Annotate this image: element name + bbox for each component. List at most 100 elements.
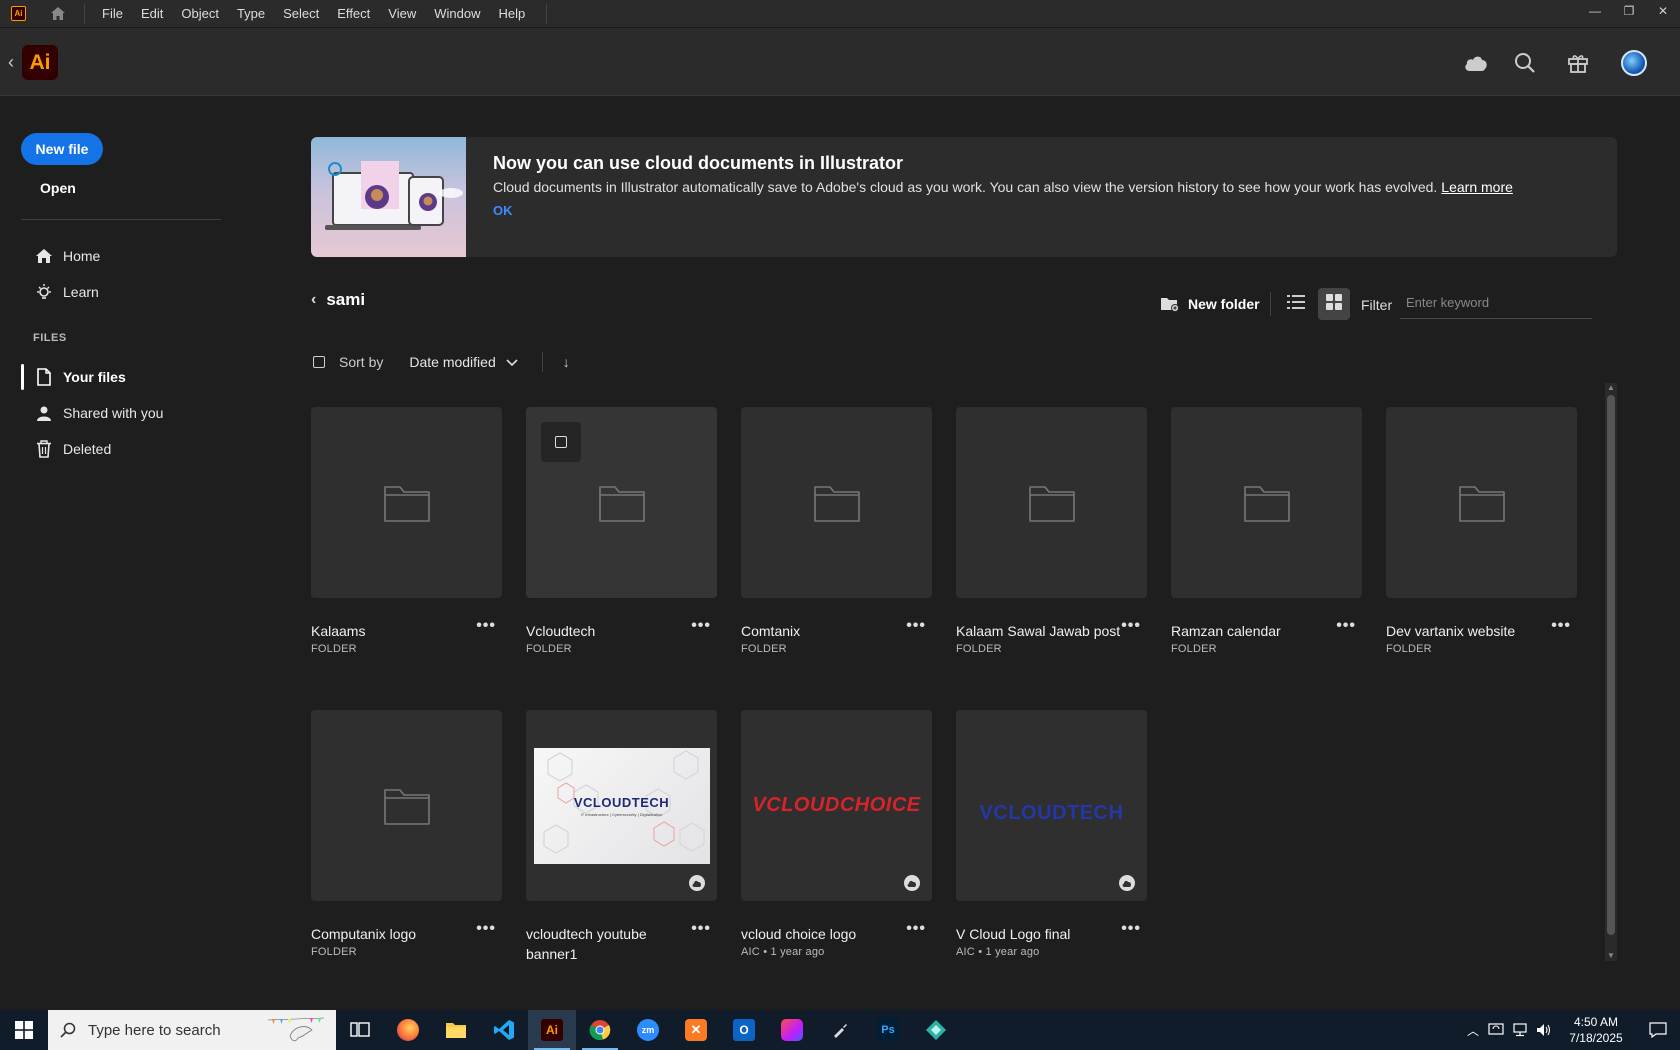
more-options-button[interactable]: ••• [906, 617, 926, 635]
item-name[interactable]: Computanix logo [311, 924, 461, 944]
item-name[interactable]: Vcloudtech [526, 621, 676, 641]
gift-icon[interactable] [1565, 50, 1591, 76]
list-view-button[interactable] [1280, 288, 1312, 320]
more-options-button[interactable]: ••• [906, 920, 926, 938]
task-view-button[interactable] [336, 1010, 384, 1050]
folder-thumbnail[interactable] [1171, 407, 1362, 598]
banner-title: Now you can use cloud documents in Illus… [493, 153, 904, 173]
zoom-icon[interactable]: zm [624, 1010, 672, 1050]
filter-input[interactable] [1400, 287, 1592, 319]
avatar[interactable] [1621, 50, 1647, 76]
more-options-button[interactable]: ••• [1121, 617, 1141, 635]
file-explorer-icon[interactable] [432, 1010, 480, 1050]
volume-icon[interactable] [1532, 1023, 1556, 1037]
item-name[interactable]: Ramzan calendar [1171, 621, 1321, 641]
sort-dropdown[interactable]: Date modified [409, 354, 495, 370]
menu-type[interactable]: Type [228, 0, 274, 28]
sidebar-item-label: Deleted [63, 441, 112, 457]
folder-icon [598, 485, 645, 522]
file-thumbnail[interactable]: VCLOUDTECH [956, 710, 1147, 901]
more-options-button[interactable]: ••• [476, 617, 496, 635]
sidebar-item-deleted[interactable]: Deleted [21, 436, 111, 462]
more-options-button[interactable]: ••• [691, 920, 711, 938]
chevron-up-icon[interactable]: ︿ [1462, 1022, 1484, 1039]
scrollbar-thumb[interactable] [1607, 395, 1615, 935]
close-button[interactable]: ✕ [1646, 0, 1680, 22]
folder-icon [383, 788, 430, 825]
menu-edit[interactable]: Edit [132, 0, 172, 28]
more-options-button[interactable]: ••• [1121, 920, 1141, 938]
menu-select[interactable]: Select [274, 0, 328, 28]
clock-time: 4:50 AM [1573, 1015, 1619, 1029]
sync-icon[interactable] [1484, 1023, 1508, 1037]
start-button[interactable] [0, 1010, 48, 1050]
open-button[interactable]: Open [40, 180, 76, 196]
sidebar-item-your-files[interactable]: Your files [21, 364, 126, 390]
home-mini-icon[interactable] [48, 4, 68, 24]
more-options-button[interactable]: ••• [1551, 617, 1571, 635]
item-name[interactable]: vcloud choice logo [741, 924, 891, 944]
folder-thumbnail[interactable] [956, 407, 1147, 598]
sidebar-item-shared[interactable]: Shared with you [21, 400, 163, 426]
folder-thumbnail[interactable] [311, 407, 502, 598]
item-name[interactable]: Dev vartanix website [1386, 621, 1536, 641]
folder-thumbnail[interactable] [311, 710, 502, 901]
folder-thumbnail[interactable] [1386, 407, 1577, 598]
restore-button[interactable]: ❐ [1612, 0, 1646, 22]
taskbar-search[interactable]: Type here to search [48, 1010, 336, 1050]
file-thumbnail[interactable]: VCLOUDCHOICE [741, 710, 932, 901]
menu-object[interactable]: Object [172, 0, 228, 28]
grid-view-button[interactable] [1318, 288, 1350, 320]
item-name[interactable]: Kalaams [311, 621, 461, 641]
chrome-icon[interactable] [576, 1010, 624, 1050]
menu-effect[interactable]: Effect [328, 0, 379, 28]
app-icon[interactable] [912, 1010, 960, 1050]
select-checkbox[interactable] [541, 422, 581, 462]
menu-view[interactable]: View [379, 0, 425, 28]
creative-cloud-icon[interactable] [768, 1010, 816, 1050]
xampp-icon[interactable]: ✕ [672, 1010, 720, 1050]
outlook-icon[interactable]: O [720, 1010, 768, 1050]
sidebar-item-home[interactable]: Home [21, 243, 100, 269]
new-folder-button[interactable]: New folder [1160, 287, 1260, 321]
more-options-button[interactable]: ••• [691, 617, 711, 635]
back-chevron-icon[interactable]: ‹ [311, 291, 316, 309]
vscode-icon[interactable] [480, 1010, 528, 1050]
learn-more-link[interactable]: Learn more [1441, 179, 1513, 195]
more-options-button[interactable]: ••• [476, 920, 496, 938]
photoshop-icon[interactable]: Ps [864, 1010, 912, 1050]
content-scrollbar[interactable]: ▲ ▼ [1605, 383, 1617, 961]
sort-bar: Sort by Date modified ↓ [313, 350, 570, 374]
folder-thumbnail[interactable] [526, 407, 717, 598]
menu-help[interactable]: Help [489, 0, 534, 28]
item-name[interactable]: Kalaam Sawal Jawab post [956, 621, 1121, 641]
item-name[interactable]: vcloudtech youtube banner1 [526, 924, 676, 964]
menu-window[interactable]: Window [425, 0, 489, 28]
item-name[interactable]: Comtanix [741, 621, 891, 641]
more-options-button[interactable]: ••• [1336, 617, 1356, 635]
select-all-checkbox[interactable] [313, 356, 325, 368]
search-highlight-icon [267, 1017, 325, 1042]
taskbar-clock[interactable]: 4:50 AM 7/18/2025 [1556, 1014, 1636, 1046]
illustrator-taskbar-icon[interactable]: Ai [528, 1010, 576, 1050]
windows-taskbar: Type here to search Ai zm ✕ O Ps ︿ 4:50 … [0, 1010, 1680, 1050]
file-thumbnail[interactable]: VCLOUDTECH IT Infrastructure | Cybersecu… [526, 710, 717, 901]
back-chevron-icon[interactable]: ‹ [8, 52, 14, 73]
search-icon[interactable] [1512, 50, 1538, 76]
pen-tool-icon[interactable] [816, 1010, 864, 1050]
firefox-icon[interactable] [384, 1010, 432, 1050]
sort-direction-button[interactable]: ↓ [563, 354, 570, 370]
minimize-button[interactable]: — [1578, 0, 1612, 22]
network-icon[interactable] [1508, 1023, 1532, 1037]
new-file-button[interactable]: New file [21, 133, 103, 165]
menu-file[interactable]: File [93, 0, 132, 28]
sidebar-item-learn[interactable]: Learn [21, 279, 99, 305]
folder-thumbnail[interactable] [741, 407, 932, 598]
banner-ok-button[interactable]: OK [493, 203, 513, 218]
system-tray: ︿ 4:50 AM 7/18/2025 [1462, 1010, 1680, 1050]
item-name[interactable]: V Cloud Logo final [956, 924, 1106, 944]
notification-icon[interactable] [1636, 1022, 1680, 1038]
cloud-icon[interactable] [1463, 50, 1489, 76]
menu-bar: Ai File Edit Object Type Select Effect V… [0, 0, 1680, 28]
chevron-down-icon[interactable] [506, 354, 518, 370]
